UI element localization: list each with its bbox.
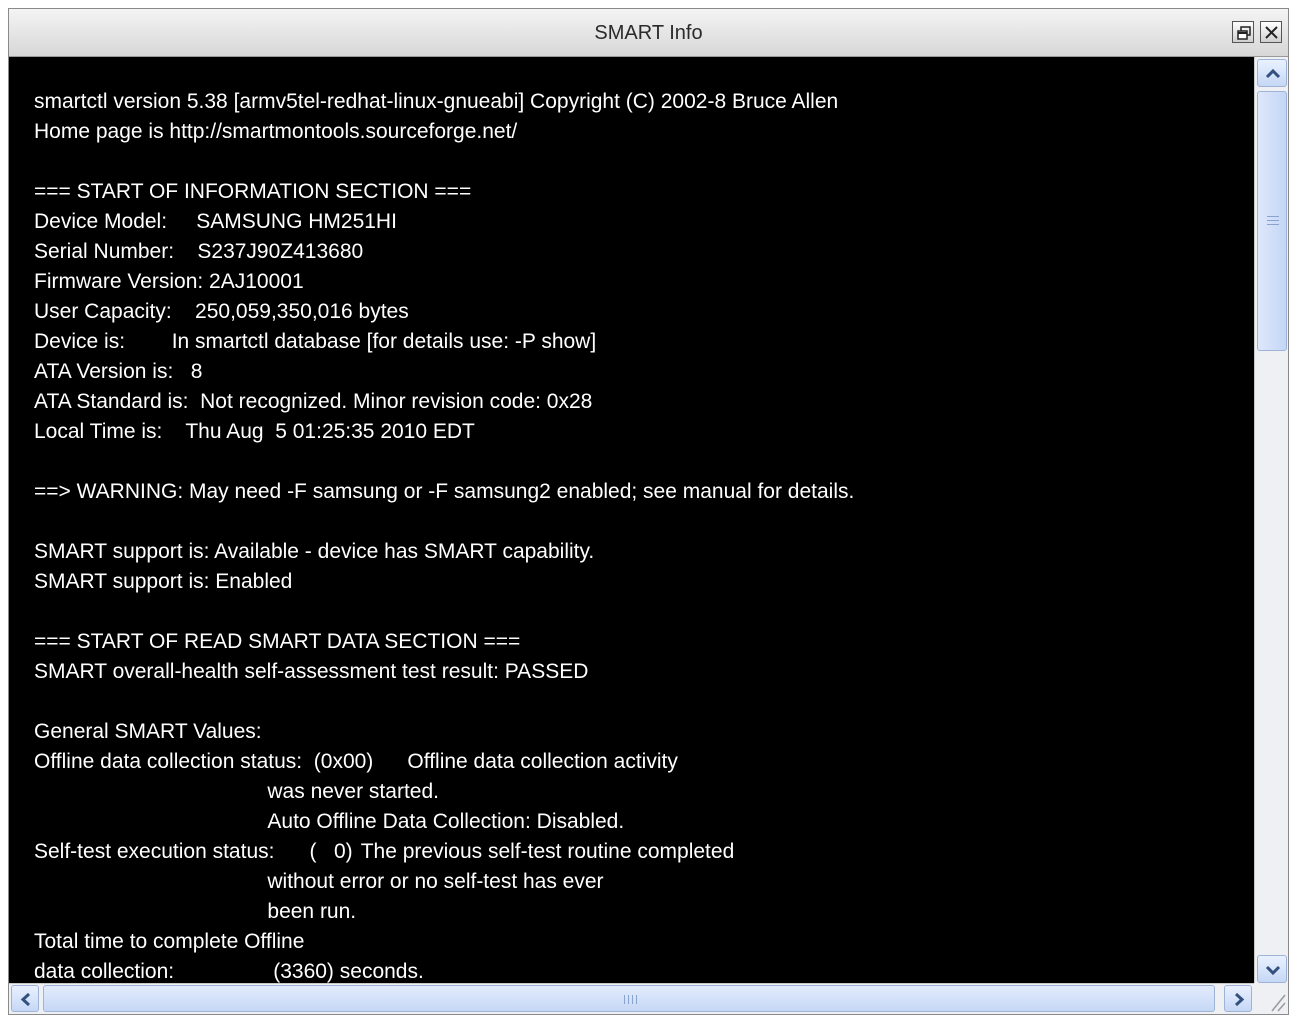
chevron-down-icon bbox=[1265, 965, 1281, 976]
scroll-left-button[interactable] bbox=[11, 985, 39, 1012]
title-bar[interactable]: SMART Info bbox=[9, 9, 1288, 57]
close-icon bbox=[1265, 26, 1278, 39]
horizontal-scroll-thumb[interactable] bbox=[43, 985, 1215, 1012]
horizontal-scrollbar[interactable] bbox=[9, 983, 1254, 1014]
chevron-up-icon bbox=[1265, 68, 1281, 79]
chevron-left-icon bbox=[20, 992, 31, 1007]
vertical-scrollbar[interactable] bbox=[1254, 57, 1288, 985]
resize-grip-icon bbox=[1271, 994, 1286, 1012]
restore-window-button[interactable] bbox=[1232, 21, 1254, 43]
restore-window-icon bbox=[1237, 26, 1251, 40]
smart-info-window: SMART Info smartctl version 5.38 [armv5t… bbox=[8, 8, 1289, 1015]
scroll-down-button[interactable] bbox=[1257, 955, 1287, 983]
close-button[interactable] bbox=[1260, 21, 1282, 43]
terminal-output-area[interactable]: smartctl version 5.38 [armv5tel-redhat-l… bbox=[9, 57, 1254, 985]
scroll-up-button[interactable] bbox=[1257, 59, 1287, 87]
window-title: SMART Info bbox=[594, 22, 703, 44]
resize-grip[interactable] bbox=[1254, 983, 1288, 1014]
chevron-right-icon bbox=[1234, 992, 1245, 1007]
scroll-right-button[interactable] bbox=[1224, 985, 1252, 1012]
smartctl-output-text: smartctl version 5.38 [armv5tel-redhat-l… bbox=[34, 90, 855, 983]
vertical-scroll-thumb[interactable] bbox=[1257, 91, 1287, 351]
